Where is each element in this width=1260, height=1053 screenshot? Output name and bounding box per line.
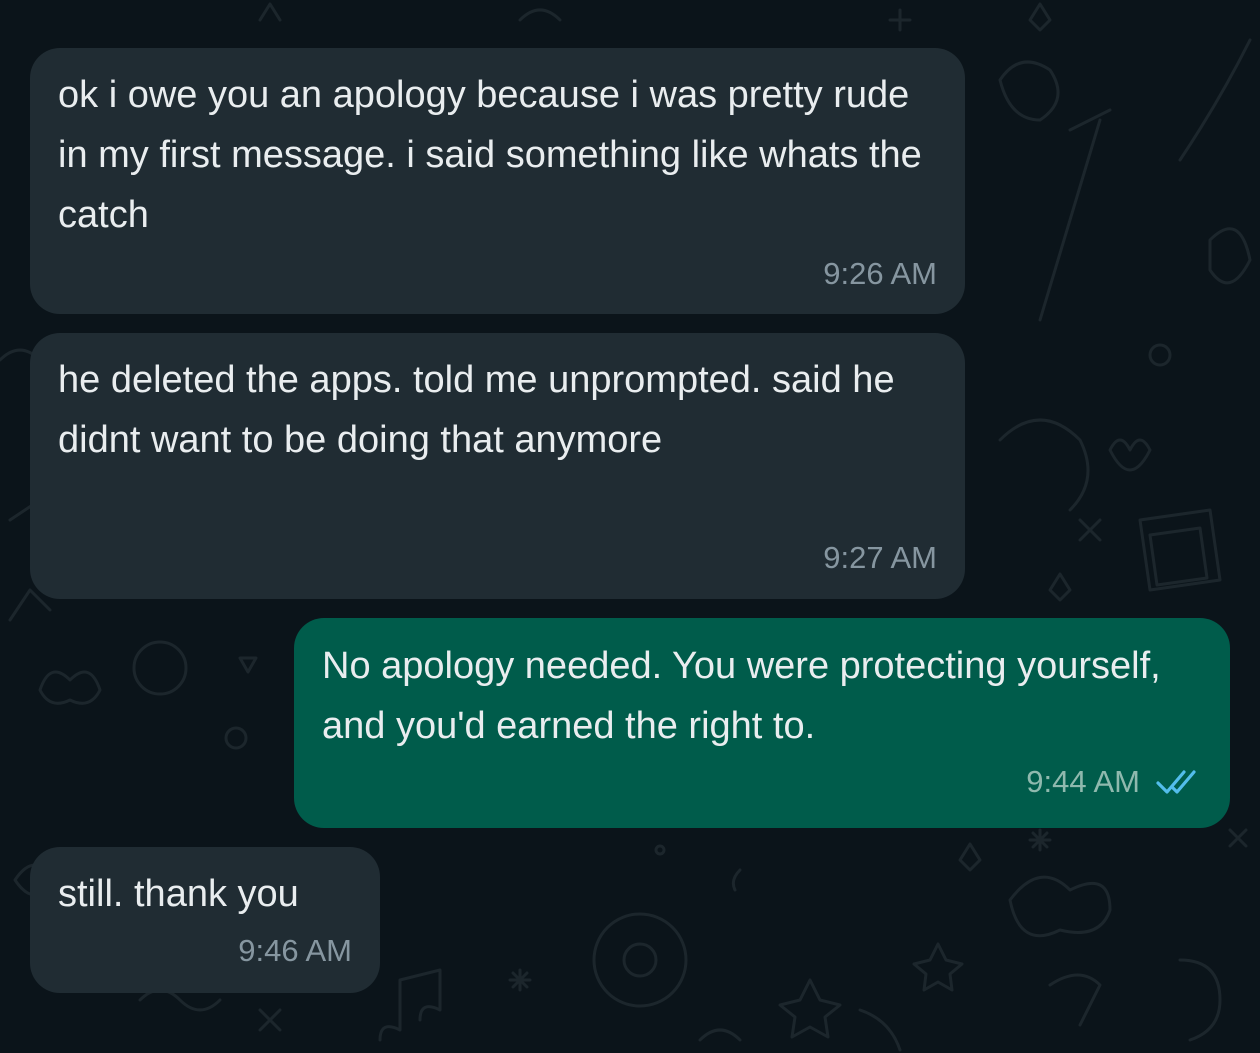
- double-check-read-icon: [1154, 767, 1202, 797]
- conversation: ok i owe you an apology because i was pr…: [0, 0, 1260, 1053]
- message-text: ok i owe you an apology because i was pr…: [58, 74, 922, 236]
- message-time: 9:26 AM: [823, 256, 937, 291]
- message-text: still. thank you: [58, 873, 299, 915]
- message-text: No apology needed. You were protecting y…: [322, 645, 1161, 747]
- message-meta: 9:26 AM: [823, 256, 937, 292]
- message-time: 9:46 AM: [238, 933, 352, 968]
- message-meta: 9:46 AM: [238, 933, 352, 969]
- message-bubble-incoming[interactable]: still. thank you 9:46 AM: [30, 847, 380, 993]
- message-bubble-incoming[interactable]: ok i owe you an apology because i was pr…: [30, 48, 965, 314]
- message-meta: 9:44 AM: [1026, 764, 1202, 800]
- message-bubble-outgoing[interactable]: No apology needed. You were protecting y…: [294, 618, 1230, 828]
- message-time: 9:44 AM: [1026, 764, 1140, 799]
- message-bubble-incoming[interactable]: he deleted the apps. told me unprompted.…: [30, 333, 965, 599]
- message-time: 9:27 AM: [823, 540, 937, 575]
- message-text: he deleted the apps. told me unprompted.…: [58, 359, 895, 461]
- message-meta: 9:27 AM: [823, 540, 937, 576]
